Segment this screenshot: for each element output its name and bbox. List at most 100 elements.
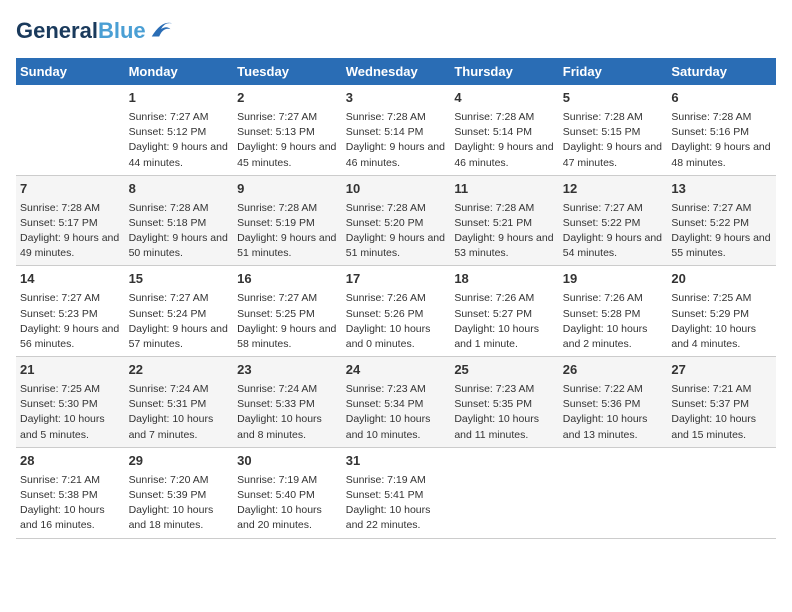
- col-header-saturday: Saturday: [667, 58, 776, 85]
- cell-info: Sunrise: 7:27 AM: [20, 291, 121, 306]
- cell-info: Daylight: 10 hours and 5 minutes.: [20, 412, 121, 442]
- cell-info: Sunrise: 7:26 AM: [454, 291, 554, 306]
- calendar-cell: 7Sunrise: 7:28 AMSunset: 5:17 PMDaylight…: [16, 175, 125, 266]
- day-number: 31: [346, 452, 447, 471]
- cell-info: Sunrise: 7:23 AM: [454, 382, 554, 397]
- day-number: 15: [129, 270, 230, 289]
- col-header-tuesday: Tuesday: [233, 58, 342, 85]
- cell-info: Sunset: 5:19 PM: [237, 216, 338, 231]
- cell-info: Sunset: 5:24 PM: [129, 307, 230, 322]
- cell-info: Daylight: 10 hours and 0 minutes.: [346, 322, 447, 352]
- calendar-cell: 20Sunrise: 7:25 AMSunset: 5:29 PMDayligh…: [667, 266, 776, 357]
- calendar-cell: 17 Sunrise: 7:26 AMSunset: 5:26 PMDayligh…: [342, 266, 451, 357]
- day-number: 8: [129, 180, 230, 199]
- cell-info: Daylight: 9 hours and 55 minutes.: [671, 231, 772, 261]
- cell-info: Sunrise: 7:28 AM: [563, 110, 664, 125]
- week-row-2: 7Sunrise: 7:28 AMSunset: 5:17 PMDaylight…: [16, 175, 776, 266]
- cell-info: Sunset: 5:29 PM: [671, 307, 772, 322]
- cell-info: Sunset: 5:22 PM: [563, 216, 664, 231]
- cell-info: Daylight: 9 hours and 49 minutes.: [20, 231, 121, 261]
- logo-icon: [148, 16, 176, 44]
- cell-info: Sunrise: 7:28 AM: [346, 110, 447, 125]
- cell-info: Sunrise: 7:19 AM: [346, 473, 447, 488]
- day-number: 17: [346, 270, 447, 289]
- cell-info: Daylight: 9 hours and 47 minutes.: [563, 140, 664, 170]
- cell-info: Sunrise: 7:28 AM: [129, 201, 230, 216]
- cell-info: Daylight: 9 hours and 51 minutes.: [346, 231, 447, 261]
- cell-info: Sunset: 5:40 PM: [237, 488, 338, 503]
- cell-info: Daylight: 9 hours and 58 minutes.: [237, 322, 338, 352]
- calendar-table: SundayMondayTuesdayWednesdayThursdayFrid…: [16, 58, 776, 539]
- cell-info: Sunrise: 7:27 AM: [237, 291, 338, 306]
- cell-info: Sunrise: 7:26 AM: [346, 291, 447, 306]
- col-header-thursday: Thursday: [450, 58, 558, 85]
- week-row-4: 21Sunrise: 7:25 AMSunset: 5:30 PMDayligh…: [16, 357, 776, 448]
- cell-info: Sunrise: 7:27 AM: [129, 110, 230, 125]
- calendar-cell: 15Sunrise: 7:27 AMSunset: 5:24 PMDayligh…: [125, 266, 234, 357]
- cell-info: Sunset: 5:13 PM: [237, 125, 338, 140]
- cell-info: Sunset: 5:16 PM: [671, 125, 772, 140]
- cell-info: Daylight: 10 hours and 18 minutes.: [129, 503, 230, 533]
- cell-info: Sunrise: 7:20 AM: [129, 473, 230, 488]
- day-number: 7: [20, 180, 121, 199]
- cell-info: Sunset: 5:34 PM: [346, 397, 447, 412]
- cell-info: Sunset: 5:38 PM: [20, 488, 121, 503]
- day-number: 16: [237, 270, 338, 289]
- cell-info: Daylight: 9 hours and 56 minutes.: [20, 322, 121, 352]
- calendar-cell: 8Sunrise: 7:28 AMSunset: 5:18 PMDaylight…: [125, 175, 234, 266]
- calendar-cell: 2Sunrise: 7:27 AMSunset: 5:13 PMDaylight…: [233, 85, 342, 175]
- day-number: 29: [129, 452, 230, 471]
- cell-info: Daylight: 9 hours and 50 minutes.: [129, 231, 230, 261]
- cell-info: Sunrise: 7:27 AM: [563, 201, 664, 216]
- day-number: 18: [454, 270, 554, 289]
- calendar-cell: 14Sunrise: 7:27 AMSunset: 5:23 PMDayligh…: [16, 266, 125, 357]
- calendar-cell: 9Sunrise: 7:28 AMSunset: 5:19 PMDaylight…: [233, 175, 342, 266]
- week-row-5: 28Sunrise: 7:21 AMSunset: 5:38 PMDayligh…: [16, 447, 776, 538]
- cell-info: Daylight: 10 hours and 13 minutes.: [563, 412, 664, 442]
- calendar-cell: 25 Sunrise: 7:23 AMSunset: 5:35 PMDayligh…: [450, 357, 558, 448]
- cell-info: Daylight: 10 hours and 11 minutes.: [454, 412, 554, 442]
- cell-info: Daylight: 9 hours and 48 minutes.: [671, 140, 772, 170]
- calendar-cell: 31Sunrise: 7:19 AMSunset: 5:41 PMDayligh…: [342, 447, 451, 538]
- cell-info: Daylight: 9 hours and 57 minutes.: [129, 322, 230, 352]
- header-row: SundayMondayTuesdayWednesdayThursdayFrid…: [16, 58, 776, 85]
- cell-info: Daylight: 10 hours and 15 minutes.: [671, 412, 772, 442]
- cell-info: Sunrise: 7:27 AM: [237, 110, 338, 125]
- cell-info: Sunset: 5:12 PM: [129, 125, 230, 140]
- cell-info: Sunset: 5:14 PM: [454, 125, 554, 140]
- cell-info: Sunrise: 7:26 AM: [563, 291, 664, 306]
- day-number: 26: [563, 361, 664, 380]
- calendar-cell: 10Sunrise: 7:28 AMSunset: 5:20 PMDayligh…: [342, 175, 451, 266]
- cell-info: Sunrise: 7:28 AM: [346, 201, 447, 216]
- calendar-cell: 18Sunrise: 7:26 AMSunset: 5:27 PMDayligh…: [450, 266, 558, 357]
- cell-info: Daylight: 9 hours and 44 minutes.: [129, 140, 230, 170]
- cell-info: Daylight: 9 hours and 46 minutes.: [454, 140, 554, 170]
- calendar-cell: 27Sunrise: 7:21 AMSunset: 5:37 PMDayligh…: [667, 357, 776, 448]
- day-number: 24: [346, 361, 447, 380]
- cell-info: Daylight: 10 hours and 8 minutes.: [237, 412, 338, 442]
- calendar-cell: 24Sunrise: 7:23 AMSunset: 5:34 PMDayligh…: [342, 357, 451, 448]
- cell-info: Sunset: 5:35 PM: [454, 397, 554, 412]
- cell-info: Daylight: 9 hours and 46 minutes.: [346, 140, 447, 170]
- cell-info: Daylight: 10 hours and 20 minutes.: [237, 503, 338, 533]
- day-number: 27: [671, 361, 772, 380]
- day-number: 6: [671, 89, 772, 108]
- cell-info: Sunrise: 7:25 AM: [671, 291, 772, 306]
- cell-info: Sunrise: 7:23 AM: [346, 382, 447, 397]
- cell-info: Sunset: 5:36 PM: [563, 397, 664, 412]
- cell-info: Sunset: 5:20 PM: [346, 216, 447, 231]
- calendar-cell: 13Sunrise: 7:27 AMSunset: 5:22 PMDayligh…: [667, 175, 776, 266]
- day-number: 14: [20, 270, 121, 289]
- cell-info: Sunrise: 7:21 AM: [20, 473, 121, 488]
- col-header-friday: Friday: [559, 58, 668, 85]
- cell-info: Sunset: 5:28 PM: [563, 307, 664, 322]
- cell-info: Daylight: 9 hours and 54 minutes.: [563, 231, 664, 261]
- calendar-cell: 16Sunrise: 7:27 AMSunset: 5:25 PMDayligh…: [233, 266, 342, 357]
- day-number: 9: [237, 180, 338, 199]
- day-number: 25: [454, 361, 554, 380]
- day-number: 4: [454, 89, 554, 108]
- day-number: 23: [237, 361, 338, 380]
- cell-info: Sunset: 5:22 PM: [671, 216, 772, 231]
- cell-info: Sunset: 5:26 PM: [346, 307, 447, 322]
- cell-info: Sunset: 5:14 PM: [346, 125, 447, 140]
